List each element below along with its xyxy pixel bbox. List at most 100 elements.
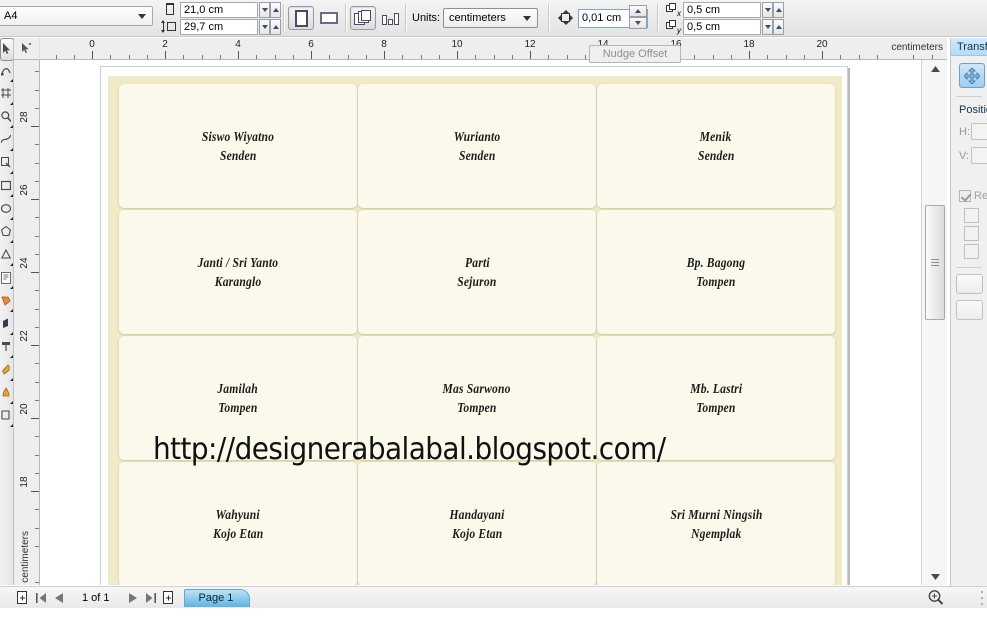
zoom-tool[interactable] (0, 107, 13, 130)
ruler-tick-minor (292, 55, 294, 59)
relative-position-checkbox-row[interactable]: Relative Position (959, 190, 987, 202)
scroll-up-button[interactable] (922, 60, 948, 77)
horizontal-ruler[interactable]: centimeters 02468101214161820 (14, 38, 947, 60)
apply-to-all-pages-button[interactable] (350, 6, 376, 30)
duplicate-y-decrement[interactable] (762, 19, 773, 35)
table-tool[interactable] (0, 291, 13, 314)
page-width-increment[interactable] (270, 2, 281, 18)
ruler-tick-minor (35, 509, 39, 511)
zoom-button[interactable] (927, 589, 944, 606)
position-h-row: H: (959, 123, 987, 140)
drawing-canvas[interactable]: Siswo Wiyatno Senden Wurianto Senden Menik Se… (40, 60, 920, 585)
ruler-label: 6 (308, 39, 314, 50)
page-size-combo[interactable]: A4 (0, 6, 153, 26)
previous-page-button[interactable] (50, 589, 68, 607)
polygon-tool[interactable] (0, 222, 13, 245)
label-card[interactable]: Menik Senden (597, 84, 835, 208)
freehand-tool[interactable] (0, 130, 13, 153)
page-height-decrement[interactable] (259, 19, 270, 35)
label-card[interactable]: Handayani Kojo Etan (358, 462, 596, 585)
nudge-offset-spinner[interactable] (629, 5, 647, 29)
ruler-origin-corner[interactable] (14, 38, 40, 60)
add-page-after-button[interactable] (160, 589, 178, 607)
label-card[interactable]: Siswo Wiyatno Senden (119, 84, 357, 208)
rectangle-tool[interactable] (0, 176, 13, 199)
label-card[interactable]: Janti / Sri Yanto Karanglo (119, 210, 357, 334)
outline-tool[interactable] (0, 360, 13, 383)
page-width-decrement[interactable] (259, 2, 270, 18)
page-tab-page-1[interactable]: Page 1 (183, 588, 251, 607)
table-tool-glyph (1, 296, 11, 306)
page-height-increment[interactable] (270, 19, 281, 35)
last-page-icon (146, 592, 157, 603)
page-height-input[interactable]: 29,7 cm (180, 19, 258, 35)
shape-tool[interactable] (0, 61, 13, 84)
anchor-cell[interactable] (964, 244, 979, 259)
ruler-tick-minor (35, 454, 39, 456)
portrait-orientation-button[interactable] (288, 6, 314, 30)
vertical-scroll-thumb[interactable] (925, 205, 945, 320)
interactive-fill-tool[interactable] (0, 406, 13, 429)
duplicate-y-input[interactable]: 0,5 cm (683, 19, 761, 35)
label-card[interactable]: Parti Sejuron (358, 210, 596, 334)
transform-position-mode-button[interactable] (959, 63, 985, 88)
position-v-input[interactable] (971, 147, 987, 164)
ellipse-tool[interactable] (0, 199, 13, 222)
vertical-scrollbar[interactable] (921, 60, 947, 585)
ruler-tick-minor (402, 55, 404, 59)
document-page[interactable]: Siswo Wiyatno Senden Wurianto Senden Menik Se… (100, 66, 848, 585)
landscape-orientation-button[interactable] (316, 6, 342, 30)
anchor-cell[interactable] (964, 226, 979, 241)
position-h-label: H: (959, 125, 970, 138)
ruler-tick (384, 51, 385, 59)
ruler-tick-minor (110, 55, 112, 59)
duplicate-x-decrement[interactable] (762, 2, 773, 18)
duplicate-x-spinner[interactable] (762, 2, 784, 18)
ellipse-tool-glyph (1, 204, 11, 213)
relative-position-checkbox[interactable] (959, 190, 971, 202)
apply-to-current-page-button[interactable] (378, 6, 404, 30)
page-width-input[interactable]: 21,0 cm (180, 2, 258, 18)
nudge-offset-icon (558, 10, 573, 25)
duplicate-x-increment[interactable] (773, 2, 784, 18)
fill-tool[interactable] (0, 383, 13, 406)
next-page-button[interactable] (124, 589, 142, 607)
ruler-tick-minor (913, 55, 915, 59)
page-width-spinner[interactable] (259, 2, 281, 18)
last-page-button[interactable] (142, 589, 160, 607)
basic-shapes-tool[interactable] (0, 245, 13, 268)
blend-tool[interactable] (0, 314, 13, 337)
smart-fill-tool[interactable] (0, 153, 13, 176)
crop-tool[interactable] (0, 84, 13, 107)
color-eyedropper-tool[interactable] (0, 337, 13, 360)
vertical-ruler[interactable]: centimeters 28 26 24 22 20 18 (14, 60, 40, 585)
label-card-place: Karanglo (214, 274, 262, 289)
page-height-spinner[interactable] (259, 19, 281, 35)
first-page-button[interactable] (32, 589, 50, 607)
property-bar: A4 21,0 cm 29,7 cm Units: centimeters 0,… (0, 0, 987, 37)
position-h-input[interactable] (971, 123, 987, 140)
pick-tool[interactable] (0, 38, 13, 61)
ruler-tick (238, 51, 239, 59)
page-size-value: A4 (4, 10, 18, 22)
anchor-point-grid[interactable] (964, 208, 987, 259)
nudge-offset-increment[interactable] (629, 5, 647, 17)
label-card-name: Wahyuni (215, 506, 261, 522)
apply-to-duplicate-button[interactable] (956, 300, 983, 320)
scroll-down-button[interactable] (922, 568, 948, 585)
label-card[interactable]: Wahyuni Kojo Etan (119, 462, 357, 585)
duplicate-x-input[interactable]: 0,5 cm (683, 2, 761, 18)
ruler-tick-minor (694, 55, 696, 59)
label-card-name: Menik (700, 128, 732, 144)
label-card[interactable]: Sri Murni Ningsih Ngemplak (597, 462, 835, 585)
label-card[interactable]: Bp. Bagong Tompen (597, 210, 835, 334)
text-tool[interactable] (0, 268, 13, 291)
anchor-cell[interactable] (964, 208, 979, 223)
duplicate-y-spinner[interactable] (762, 19, 784, 35)
add-page-before-button[interactable] (14, 589, 32, 607)
label-card[interactable]: Wurianto Senden (358, 84, 596, 208)
units-combo[interactable]: centimeters (443, 8, 538, 28)
nudge-offset-decrement[interactable] (629, 17, 647, 29)
apply-button[interactable] (956, 274, 983, 294)
duplicate-y-increment[interactable] (773, 19, 784, 35)
